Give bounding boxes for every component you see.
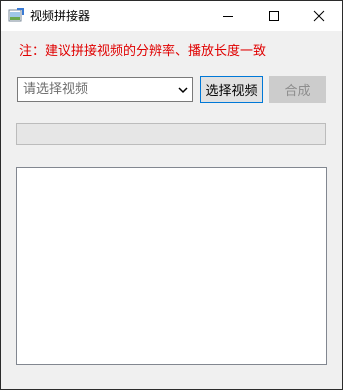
minimize-button[interactable] [205,1,251,31]
close-button[interactable] [296,1,342,31]
progress-bar [16,123,326,145]
output-textbox[interactable] [16,167,327,365]
maximize-icon [269,11,279,21]
tip-note: 注：建议拼接视频的分辨率、播放长度一致 [19,44,267,59]
close-icon [313,10,325,22]
app-window: 视频拼接器 注：建议拼接视频的分辨率、播放长度一致 请选择视频 选择视频 合成 [0,0,343,390]
title-bar: 视频拼接器 [1,1,342,31]
chevron-down-icon [178,87,188,94]
video-select[interactable]: 请选择视频 [17,77,193,102]
select-video-button[interactable]: 选择视频 [200,76,263,103]
video-select-value: 请选择视频 [23,82,89,97]
window-title: 视频拼接器 [30,9,91,23]
merge-button[interactable]: 合成 [269,76,326,103]
app-icon [8,7,24,23]
minimize-icon [223,16,233,17]
maximize-button[interactable] [251,1,297,31]
